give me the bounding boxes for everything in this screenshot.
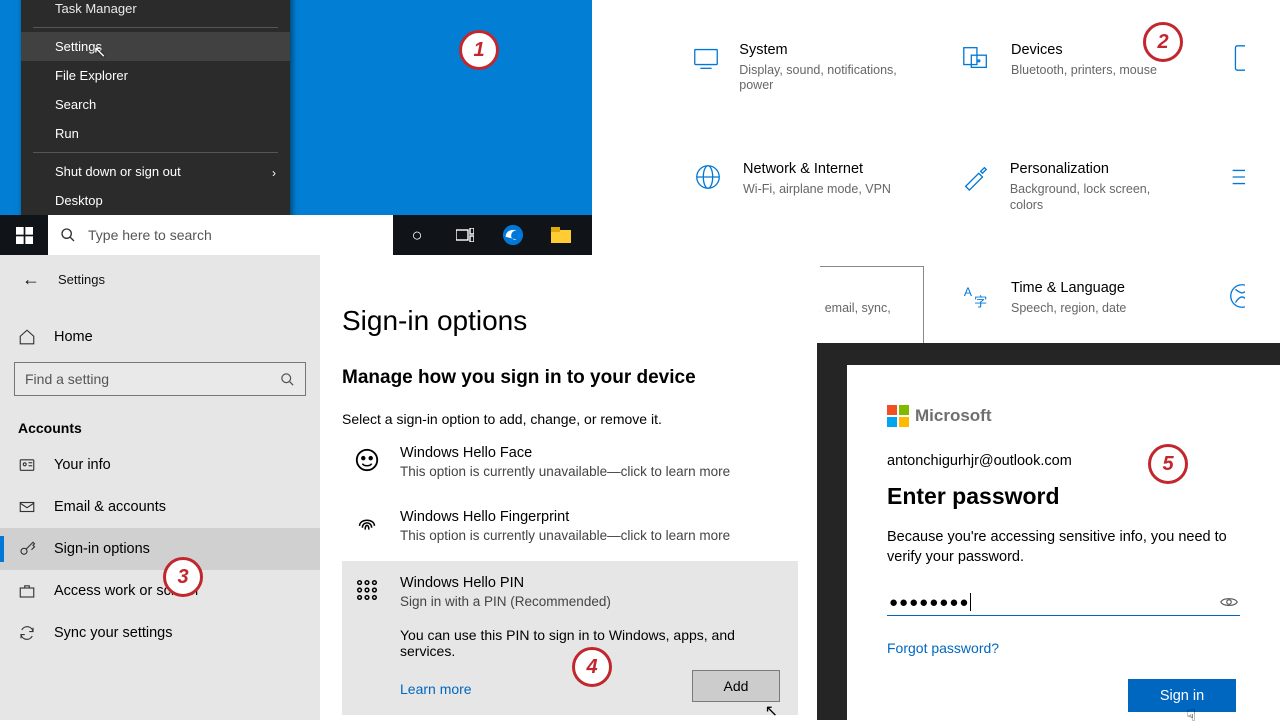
brush-icon — [959, 160, 992, 213]
nav-home[interactable]: Home — [0, 328, 320, 346]
system-icon — [691, 41, 721, 94]
briefcase-icon — [18, 582, 36, 600]
globe-icon — [691, 160, 725, 213]
step-badge-1: 1 — [459, 30, 499, 70]
devices-icon — [959, 41, 993, 94]
chevron-right-icon: › — [272, 166, 276, 180]
face-icon — [352, 445, 382, 473]
settings-signin-page: ← Settings Home Find a setting Accounts Y… — [0, 255, 820, 720]
ctx-search[interactable]: Search — [21, 90, 290, 119]
cat-sub: Wi-Fi, airplane mode, VPN — [743, 182, 891, 198]
learn-more-link[interactable]: Learn more — [400, 681, 472, 697]
cat-apps-cut[interactable] — [1216, 147, 1246, 226]
language-icon: A字 — [959, 279, 993, 332]
cat-time-language[interactable]: A字 Time & Language Speech, region, date — [948, 266, 1192, 345]
edge-icon[interactable] — [489, 215, 537, 255]
option-hello-face[interactable]: Windows Hello FaceThis option is current… — [342, 433, 798, 491]
start-button[interactable] — [0, 215, 48, 255]
ctx-settings[interactable]: Settings — [21, 32, 290, 61]
cortana-icon[interactable]: ○ — [393, 215, 441, 255]
page-subtitle: Manage how you sign in to your device — [342, 367, 798, 389]
search-icon — [280, 372, 295, 387]
taskbar: Type here to search ○ — [0, 215, 592, 255]
cat-sub: Display, sound, notifications, power — [739, 63, 913, 94]
cat-title: Devices — [1011, 41, 1157, 60]
eye-icon[interactable] — [1220, 595, 1238, 609]
ctx-shutdown[interactable]: Shut down or sign out› — [21, 157, 290, 186]
ms-logo-icon — [887, 405, 909, 427]
start-context-menu: Task Manager Settings File Explorer Sear… — [21, 0, 290, 219]
cat-title: Personalization — [1010, 160, 1181, 179]
breadcrumb: Settings — [58, 272, 105, 287]
nav-work-school[interactable]: Access work or school — [0, 570, 320, 612]
page-hint: Select a sign-in option to add, change, … — [342, 411, 798, 427]
cat-sub: Bluetooth, printers, mouse — [1011, 63, 1157, 79]
nav-signin-options[interactable]: Sign-in options — [0, 528, 320, 570]
cursor-icon: ↖ — [93, 42, 106, 62]
cat-title: System — [739, 41, 913, 60]
page-title: Sign-in options — [342, 305, 798, 337]
task-view-icon[interactable] — [441, 215, 489, 255]
step-badge-2: 2 — [1143, 22, 1183, 62]
caret-icon — [970, 593, 971, 611]
home-icon — [18, 328, 36, 346]
cat-network[interactable]: Network & Internet Wi-Fi, airplane mode, … — [680, 147, 924, 226]
settings-sidebar: ← Settings Home Find a setting Accounts Y… — [0, 255, 320, 720]
back-button[interactable]: ← Settings — [0, 269, 320, 290]
ctx-file-explorer[interactable]: File Explorer — [21, 61, 290, 90]
divider — [33, 152, 278, 153]
password-input[interactable]: ●●●●●●●● — [887, 589, 1240, 616]
cat-phone-cut[interactable] — [1216, 28, 1246, 107]
fingerprint-icon — [352, 509, 382, 537]
svg-text:字: 字 — [974, 295, 987, 310]
cat-personalization[interactable]: Personalization Background, lock screen, … — [948, 147, 1192, 226]
cat-title: Network & Internet — [743, 160, 891, 179]
section-header: Accounts — [0, 396, 320, 444]
apps-icon — [1227, 160, 1246, 213]
svg-text:A: A — [964, 285, 973, 299]
ms-signin-card: Microsoft antonchigurhjr@outlook.com Ent… — [847, 365, 1280, 720]
step-badge-4: 4 — [572, 647, 612, 687]
settings-main: Sign-in options Manage how you sign in t… — [320, 255, 820, 720]
forgot-password-link[interactable]: Forgot password? — [887, 640, 999, 656]
arrow-left-icon: ← — [22, 269, 40, 290]
step-badge-5: 5 — [1148, 444, 1188, 484]
ms-logo: Microsoft — [887, 405, 1240, 427]
divider — [33, 27, 278, 28]
find-setting-input[interactable]: Find a setting — [14, 362, 306, 396]
xbox-icon — [1227, 279, 1246, 332]
ctx-run[interactable]: Run — [21, 119, 290, 148]
mail-icon — [18, 498, 36, 516]
cat-system[interactable]: System Display, sound, notifications, pow… — [680, 28, 924, 107]
ms-title: Enter password — [887, 483, 1240, 510]
id-icon — [18, 456, 36, 474]
explorer-icon[interactable] — [537, 215, 585, 255]
add-button[interactable]: Add — [692, 670, 780, 702]
desktop-area: Task Manager Settings File Explorer Sear… — [0, 0, 592, 255]
cursor-icon: ↖ — [765, 701, 778, 721]
ms-signin-overlay: Microsoft antonchigurhjr@outlook.com Ent… — [817, 343, 1280, 720]
taskbar-search[interactable]: Type here to search — [48, 215, 393, 255]
cat-gaming-cut[interactable] — [1216, 266, 1246, 345]
search-icon — [60, 227, 76, 243]
ctx-desktop[interactable]: Desktop — [21, 186, 290, 215]
key-icon — [18, 540, 36, 558]
cat-sub: Background, lock screen, colors — [1010, 182, 1181, 213]
cat-title: Time & Language — [1011, 279, 1126, 298]
cursor-hand-icon: ☟ — [1186, 706, 1196, 726]
ctx-task-manager[interactable]: Task Manager — [21, 0, 290, 23]
sync-icon — [18, 624, 36, 642]
option-hello-fingerprint[interactable]: Windows Hello FingerprintThis option is … — [342, 497, 798, 555]
cat-sub: Speech, region, date — [1011, 301, 1126, 317]
search-placeholder: Type here to search — [88, 227, 212, 243]
nav-sync[interactable]: Sync your settings — [0, 612, 320, 654]
nav-email-accounts[interactable]: Email & accounts — [0, 486, 320, 528]
ms-message: Because you're accessing sensitive info,… — [887, 528, 1240, 567]
nav-your-info[interactable]: Your info — [0, 444, 320, 486]
phone-icon — [1227, 41, 1246, 94]
signin-button[interactable]: Sign in — [1128, 679, 1236, 712]
pin-keypad-icon — [352, 575, 382, 603]
step-badge-3: 3 — [163, 557, 203, 597]
